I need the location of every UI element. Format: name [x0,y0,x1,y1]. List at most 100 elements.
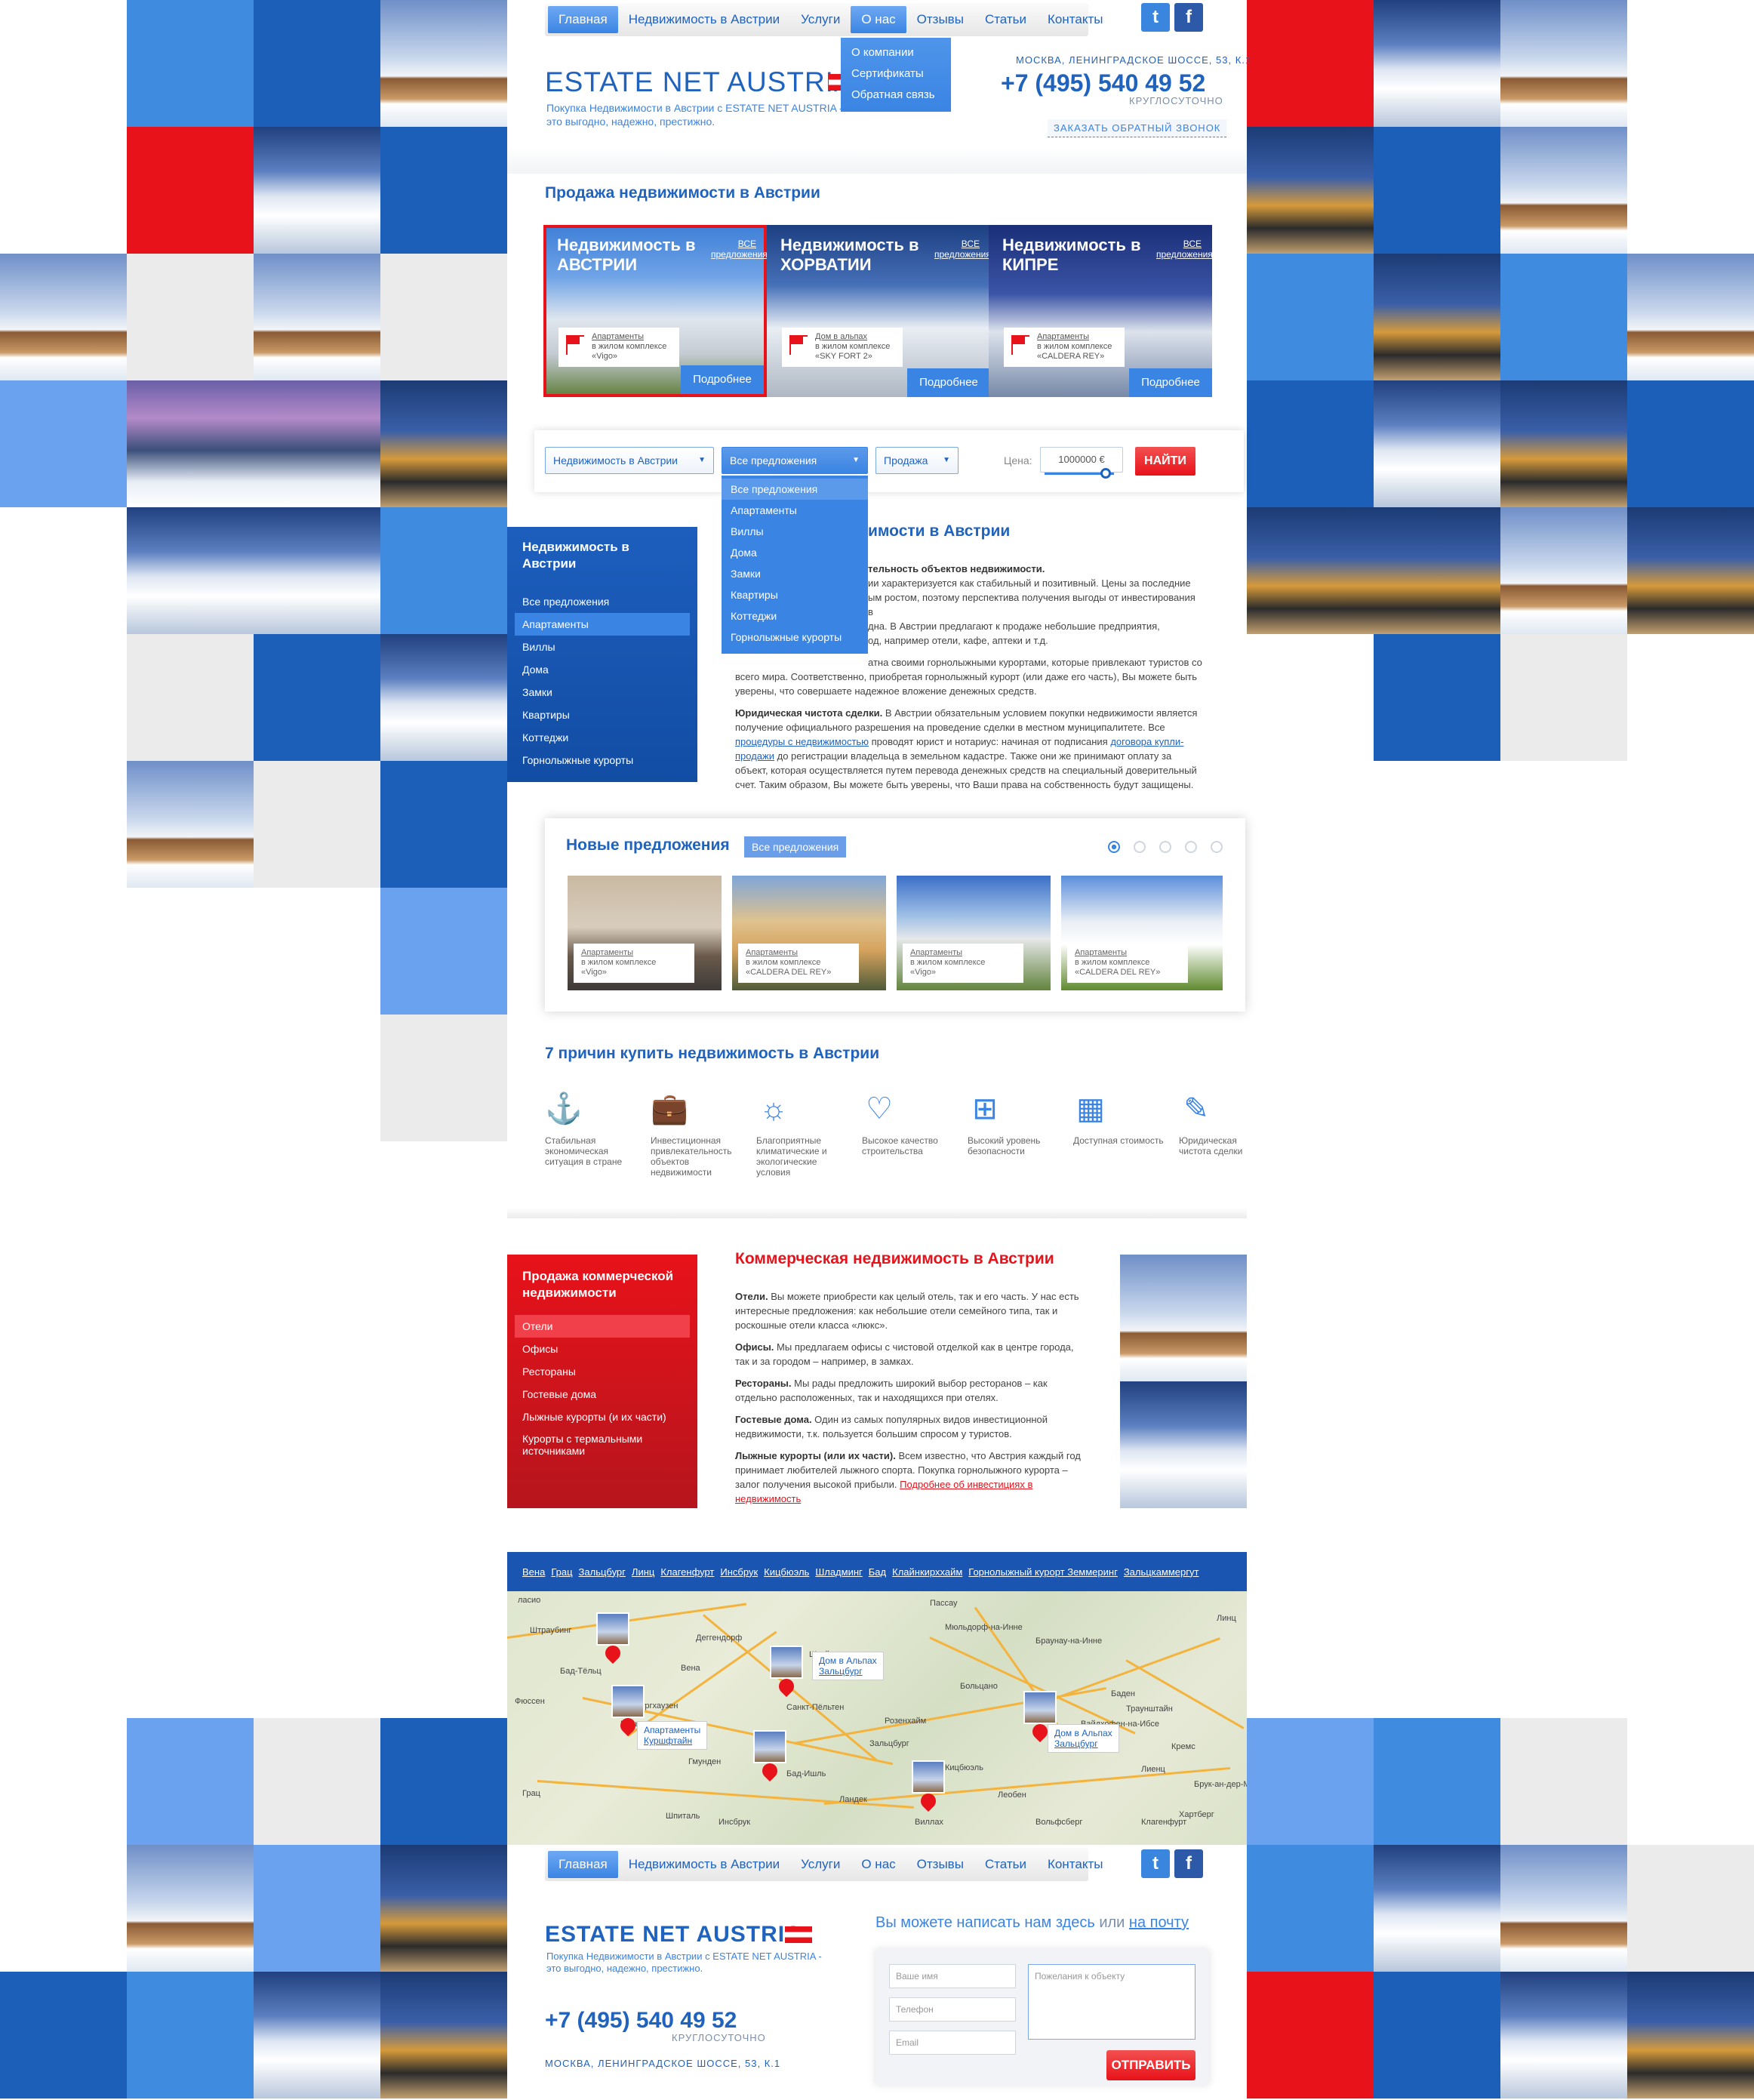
map-photo-thumb[interactable] [596,1612,629,1646]
logo[interactable]: ESTATE NET AUSTRIA [545,66,854,98]
name-field[interactable]: Ваше имя [889,1964,1016,1988]
facebook-icon[interactable]: f [1174,1849,1203,1878]
nav-articles[interactable]: Статьи [974,6,1037,33]
dropdown-about-company[interactable]: О компании [841,42,951,63]
banner-all-link[interactable]: ВСЕ предложения [711,239,767,260]
type-option[interactable]: Апартаменты [722,500,868,521]
banner-cyprus[interactable]: Недвижимость в КИПРЕ ВСЕ предложения Апа… [989,225,1212,397]
city-link[interactable]: Кицбюэль [764,1566,809,1578]
commercial-item-active[interactable]: Отели [515,1315,690,1338]
offer-card[interactable]: Апартаменты в жилом комплексе «Vigo» [897,876,1051,990]
email-link[interactable]: на почту [1129,1914,1189,1931]
side-item[interactable]: Замки [507,681,697,704]
commercial-item[interactable]: Лыжные курорты (и их части) [507,1406,697,1428]
callback-button[interactable]: ЗАКАЗАТЬ ОБРАТНЫЙ ЗВОНОК [1048,119,1227,137]
map-marker-icon[interactable] [602,1642,624,1664]
dropdown-feedback[interactable]: Обратная связь [841,85,951,106]
facebook-icon[interactable]: f [1174,3,1203,32]
map-marker-icon[interactable] [617,1714,639,1737]
banner-card[interactable]: Апартаменты в жилом комплексе «Vigo» [559,328,679,367]
side-item[interactable]: Дома [507,658,697,681]
commercial-item[interactable]: Рестораны [507,1360,697,1383]
banner-card[interactable]: Дом в альпах в жилом комплексе «SKY FORT 2… [782,328,903,367]
map-label[interactable]: Апартаменты Куршфтайн [637,1721,708,1750]
carousel-dot[interactable] [1108,841,1120,853]
city-link[interactable]: Грац [551,1566,572,1578]
offer-link[interactable]: Апартаменты [910,948,962,957]
map-photo-thumb[interactable] [770,1646,803,1679]
country-select[interactable]: Недвижимость в Австрии ▼ [545,447,714,474]
map-label[interactable]: Дом в Альпах Зальцбург [812,1652,884,1680]
type-option[interactable]: Горнолыжные курорты [722,627,868,648]
procedures-link[interactable]: процедуры с недвижимостью [735,736,869,747]
offer-link[interactable]: Апартаменты [581,948,633,957]
banner-all-link[interactable]: ВСЕ предложения [1156,239,1212,260]
banner-card[interactable]: Апартаменты в жилом комплексе «CALDERA REY… [1004,328,1125,367]
footer-nav-about[interactable]: О нас [851,1851,906,1878]
price-input[interactable]: 1000000 € [1040,447,1123,473]
email-field[interactable]: Email [889,2031,1016,2055]
side-item[interactable]: Горнолыжные курорты [507,749,697,771]
side-item[interactable]: Коттеджи [507,726,697,749]
type-option[interactable]: Дома [722,542,868,563]
footer-nav-services[interactable]: Услуги [790,1851,851,1878]
all-offers-button[interactable]: Все предложения [744,836,847,858]
offer-link[interactable]: Апартаменты [1075,948,1127,957]
city-link[interactable]: Клагенфурт [660,1566,714,1578]
nav-reviews[interactable]: Отзывы [906,6,974,33]
commercial-item[interactable]: Офисы [507,1338,697,1360]
slider-handle[interactable] [1100,468,1111,479]
city-link[interactable]: Зальцбург [579,1566,626,1578]
nav-contacts[interactable]: Контакты [1037,6,1113,33]
nav-austria-estate[interactable]: Недвижимость в Австрии [618,6,790,33]
deal-select[interactable]: Продажа ▼ [875,447,959,474]
commercial-item[interactable]: Курорты с термальными источниками [507,1428,697,1457]
carousel-dot[interactable] [1185,841,1197,853]
banner-austria[interactable]: Недвижимость в АВСТРИИ ВСЕ предложения А… [543,225,767,397]
footer-logo[interactable]: ESTATE NET AUSTRIA [545,1922,802,1948]
type-option[interactable]: Замки [722,563,868,584]
footer-nav-austria-estate[interactable]: Недвижимость в Австрии [618,1851,790,1878]
banner-croatia[interactable]: Недвижимость в ХОРВАТИИ ВСЕ предложения … [767,225,990,397]
city-link[interactable]: Зальцкаммергут [1124,1566,1199,1578]
footer-nav-contacts[interactable]: Контакты [1037,1851,1113,1878]
map-photo-thumb[interactable] [753,1730,786,1763]
twitter-icon[interactable]: t [1141,3,1170,32]
footer-nav-articles[interactable]: Статьи [974,1851,1037,1878]
city-link[interactable]: Клайнкирххайм [892,1566,962,1578]
side-item[interactable]: Виллы [507,636,697,658]
map-marker-icon[interactable] [759,1760,781,1782]
carousel-dot[interactable] [1159,841,1171,853]
city-link[interactable]: Вена [522,1566,545,1578]
type-option[interactable]: Виллы [722,521,868,542]
side-item[interactable]: Все предложения [507,590,697,613]
city-link[interactable]: Горнолыжный курорт Земмеринг [968,1566,1118,1578]
side-item-active[interactable]: Апартаменты [515,613,690,636]
commercial-item[interactable]: Гостевые дома [507,1383,697,1406]
send-button[interactable]: ОТПРАВИТЬ [1106,2050,1195,2080]
city-link[interactable]: Бад [869,1566,886,1578]
type-option[interactable]: Коттеджи [722,605,868,627]
nav-home[interactable]: Главная [548,6,618,33]
carousel-dot[interactable] [1134,841,1146,853]
footer-phone[interactable]: +7 (495) 540 49 52 [545,2008,737,2034]
nav-services[interactable]: Услуги [790,6,851,33]
city-link[interactable]: Линц [632,1566,654,1578]
city-link[interactable]: Шладминг [815,1566,862,1578]
map-label-city[interactable]: Куршфтайн [644,1735,692,1746]
city-link[interactable]: Инсбрук [720,1566,758,1578]
twitter-icon[interactable]: t [1141,1849,1170,1878]
side-item[interactable]: Квартиры [507,704,697,726]
find-button[interactable]: НАЙТИ [1135,447,1195,476]
dropdown-certificates[interactable]: Сертификаты [841,63,951,85]
banner-all-link[interactable]: ВСЕ предложения [934,239,990,260]
map-label-city[interactable]: Зальцбург [819,1666,863,1677]
map-label[interactable]: Дом в Альпах Зальцбург [1048,1724,1119,1753]
footer-nav-home[interactable]: Главная [548,1851,618,1878]
type-select[interactable]: Все предложения ▼ [722,447,868,474]
wishes-textarea[interactable]: Пожелания к объекту [1028,1964,1195,2040]
map-label-city[interactable]: Зальцбург [1054,1738,1098,1749]
carousel-dot[interactable] [1211,841,1223,853]
offer-card[interactable]: Апартаменты в жилом комплексе «CALDERA DEL… [1061,876,1223,990]
type-option[interactable]: Квартиры [722,584,868,605]
